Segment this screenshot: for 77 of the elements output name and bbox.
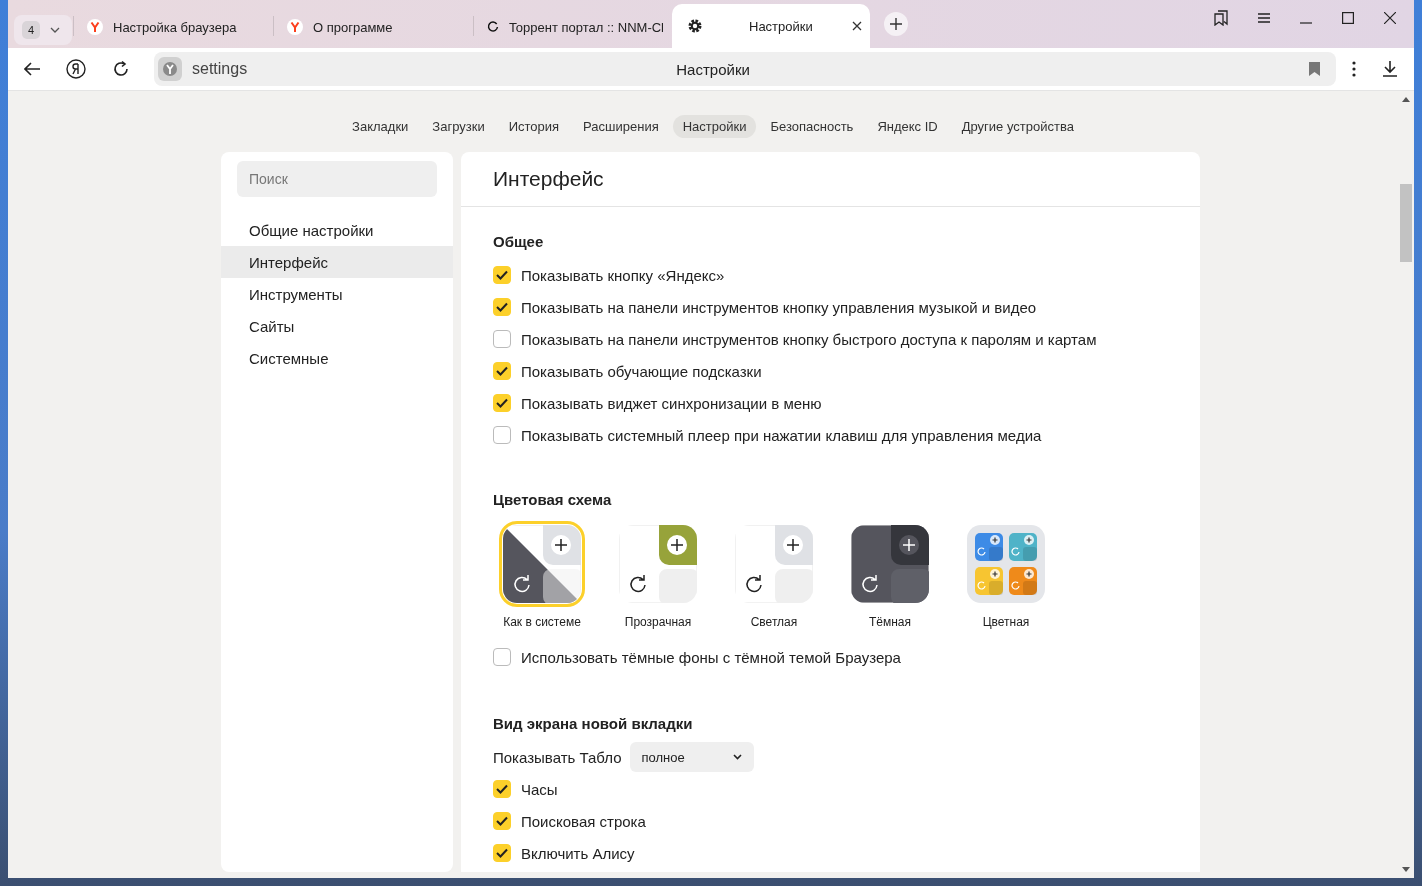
checkbox[interactable]	[493, 266, 511, 284]
sidebar-item[interactable]: Интерфейс	[221, 246, 453, 278]
nav-link[interactable]: Закладки	[342, 115, 419, 138]
checkbox-label: Часы	[521, 780, 558, 798]
dropdown[interactable]: полное	[629, 742, 754, 772]
back-arrow-icon[interactable]	[24, 62, 40, 76]
browser-tab[interactable]: Настройки	[672, 4, 870, 48]
checkbox[interactable]	[493, 780, 511, 798]
checkbox[interactable]	[493, 426, 511, 444]
checkbox-label: Показывать на панели инструментов кнопку быстрого доступа к паролям и картам	[521, 330, 1097, 348]
download-icon[interactable]	[1382, 61, 1398, 77]
plus-icon	[890, 18, 902, 30]
checkbox-label: Включить Алису	[521, 844, 635, 862]
reload-icon[interactable]	[112, 60, 130, 78]
panel-title: Интерфейс	[461, 152, 1200, 207]
theme-label: Тёмная	[868, 615, 912, 629]
scroll-up-icon[interactable]	[1402, 97, 1410, 102]
chevron-down-icon	[732, 754, 742, 760]
checkbox-label: Показывать системный плеер при нажатии клавиш для управления медиа	[521, 426, 1042, 444]
address-bar[interactable]: settings Настройки	[154, 52, 1336, 86]
chevron-down-icon	[50, 27, 60, 33]
section-heading: Общее	[493, 233, 545, 252]
yandex-logo-icon	[87, 19, 103, 35]
menu-icon[interactable]	[1258, 13, 1270, 23]
close-icon[interactable]	[852, 21, 862, 31]
gear-icon	[687, 18, 703, 34]
section-heading: Цветовая схема	[493, 491, 613, 510]
search-field[interactable]: Поиск	[237, 161, 437, 197]
field-label: Показывать Табло	[493, 748, 622, 766]
address-text: settings	[192, 60, 248, 78]
loading-spinner-icon	[487, 19, 499, 35]
browser-tab[interactable]: О программе	[272, 12, 472, 48]
tab-count: 4	[22, 21, 40, 39]
bookmark-icon[interactable]	[1309, 62, 1320, 76]
sidebar-item[interactable]: Системные	[221, 342, 453, 374]
checkbox[interactable]	[493, 330, 511, 348]
yandex-button-icon[interactable]	[66, 59, 86, 79]
new-tab-button[interactable]	[884, 12, 908, 36]
browser-tab[interactable]: Торрент портал :: NNM-Cl	[472, 12, 672, 48]
browser-tab[interactable]: Настройка браузера	[72, 12, 272, 48]
checkbox-label: Использовать тёмные фоны с тёмной темой Браузера	[521, 648, 901, 666]
checkbox-label: Показывать виджет синхронизации в меню	[521, 394, 822, 412]
nav-link[interactable]: Расширения	[573, 115, 669, 138]
yandex-logo-icon	[287, 19, 303, 35]
close-icon[interactable]	[1384, 12, 1396, 24]
theme-label: Цветная	[982, 615, 1030, 629]
yandex-logo-icon	[158, 57, 182, 81]
sidebar-item[interactable]: Сайты	[221, 310, 453, 342]
checkbox-label: Показывать на панели инструментов кнопку управления музыкой и видео	[521, 298, 1037, 316]
checkbox[interactable]	[493, 394, 511, 412]
sidebar-item[interactable]: Общие настройки	[221, 214, 453, 246]
scrollbar-thumb[interactable]	[1400, 184, 1412, 262]
nav-link[interactable]: Загрузки	[422, 115, 495, 138]
checkbox-label: Показывать обучающие подсказки	[521, 362, 762, 380]
nav-link[interactable]: История	[498, 115, 570, 138]
bookmarks-icon[interactable]	[1214, 10, 1228, 26]
theme-label: Светлая	[750, 615, 798, 629]
maximize-icon[interactable]	[1342, 12, 1354, 24]
checkbox[interactable]	[493, 844, 511, 862]
checkbox[interactable]	[493, 362, 511, 380]
nav-link[interactable]: Яндекс ID	[867, 115, 948, 138]
nav-link[interactable]: Другие устройства	[951, 115, 1084, 138]
theme-label: Как в системе	[503, 615, 581, 629]
nav-link[interactable]: Безопасность	[760, 115, 864, 138]
sidebar-item[interactable]: Инструменты	[221, 278, 453, 310]
theme-label: Прозрачная	[624, 615, 692, 629]
checkbox[interactable]	[493, 648, 511, 666]
checkbox-label: Поисковая строка	[521, 812, 646, 830]
checkbox[interactable]	[493, 812, 511, 830]
nav-link[interactable]: Настройки	[672, 115, 757, 138]
checkbox-label: Показывать кнопку «Яндекс»	[521, 266, 725, 284]
checkbox[interactable]	[493, 298, 511, 316]
tab-group-button[interactable]: 4	[14, 15, 72, 45]
page-title: Настройки	[675, 60, 751, 78]
section-heading: Вид экрана новой вкладки	[493, 715, 694, 734]
more-icon[interactable]	[1352, 61, 1356, 77]
scroll-down-icon[interactable]	[1402, 867, 1410, 872]
